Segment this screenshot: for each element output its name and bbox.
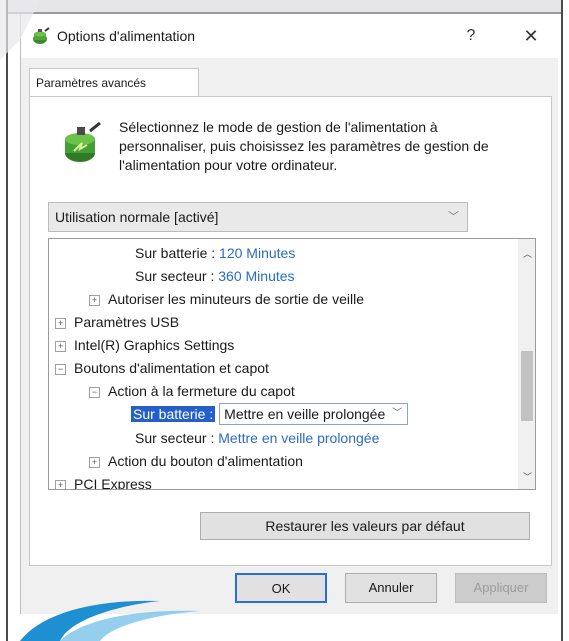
power-plan-large-icon: [65, 121, 101, 162]
watermark-swoosh: [20, 600, 200, 641]
tree-row-usb[interactable]: + Paramètres USB: [55, 311, 179, 333]
corner-watermark: [0, 0, 40, 60]
power-options-dialog: Options d'alimentation ? ✕ Paramètres av…: [20, 14, 558, 614]
row-label: Autoriser les minuteurs de sortie de vei…: [108, 291, 365, 307]
row-value[interactable]: Mettre en veille prolongée: [218, 430, 379, 446]
tree-row-intel-graphics[interactable]: + Intel(R) Graphics Settings: [55, 334, 234, 356]
tree-row-power-button-action[interactable]: + Action du bouton d'alimentation: [89, 450, 303, 472]
row-label: Sur secteur :: [135, 430, 215, 446]
row-label: Boutons d'alimentation et capot: [74, 360, 269, 376]
scroll-thumb[interactable]: [521, 351, 533, 421]
expand-icon[interactable]: +: [89, 294, 100, 306]
tree-row-lid-battery[interactable]: Sur batterie : Mettre en veille prolongée…: [131, 403, 409, 425]
tree-row-power-buttons[interactable]: − Boutons d'alimentation et capot: [55, 357, 269, 379]
power-plan-value: Utilisation normale [activé]: [55, 209, 219, 225]
expand-icon[interactable]: +: [55, 340, 66, 352]
description-text: Sélectionnez le mode de gestion de l'ali…: [119, 119, 489, 173]
row-label-selected: Sur batterie :: [131, 406, 216, 422]
row-label: Action à la fermeture du capot: [108, 383, 295, 399]
tree-row-wake-timers[interactable]: + Autoriser les minuteurs de sortie de ve…: [89, 288, 364, 310]
tree-row-pci-express[interactable]: + PCI Express: [55, 473, 152, 490]
collapse-icon[interactable]: −: [89, 386, 100, 398]
top-strip: [8, 0, 561, 14]
tree-row-ac-timeout[interactable]: Sur secteur : 360 Minutes: [135, 265, 295, 287]
lid-battery-dropdown[interactable]: Mettre en veille prolongée ﹀: [219, 403, 409, 425]
window-title: Options d'alimentation: [57, 28, 196, 44]
tree-scrollbar[interactable]: ︿ ﹀: [518, 239, 535, 489]
tree-row-battery-timeout[interactable]: Sur batterie : 120 Minutes: [135, 242, 295, 264]
tree-row-lid-close-action[interactable]: − Action à la fermeture du capot: [89, 380, 295, 402]
help-button[interactable]: ?: [453, 22, 489, 50]
row-label: Action du bouton d'alimentation: [108, 453, 303, 469]
row-value[interactable]: 120 Minutes: [219, 245, 295, 261]
frame-left-border: [6, 0, 8, 641]
restore-defaults-button[interactable]: Restaurer les valeurs par défaut: [200, 512, 530, 540]
title-bar: Options d'alimentation ? ✕: [21, 14, 558, 58]
tree-row-lid-ac[interactable]: Sur secteur : Mettre en veille prolongée: [135, 427, 379, 449]
close-button[interactable]: ✕: [511, 22, 551, 50]
settings-panel: Sélectionnez le mode de gestion de l'ali…: [29, 96, 552, 566]
settings-tree[interactable]: Sur batterie : 120 Minutes Sur secteur :…: [48, 238, 536, 490]
scroll-up-icon[interactable]: ︿: [523, 247, 532, 260]
expand-icon[interactable]: +: [55, 317, 66, 329]
chevron-down-icon: ﹀: [392, 408, 403, 419]
frame-right-border: [561, 0, 563, 641]
row-value[interactable]: 360 Minutes: [218, 268, 294, 284]
dropdown-value: Mettre en veille prolongée: [224, 406, 386, 422]
power-plan-dropdown[interactable]: Utilisation normale [activé] ﹀: [48, 202, 468, 232]
expand-icon[interactable]: +: [55, 479, 66, 489]
expand-icon[interactable]: +: [89, 456, 100, 468]
chevron-down-icon: ﹀: [448, 211, 459, 223]
row-label: Paramètres USB: [74, 314, 180, 330]
row-label: Sur secteur :: [135, 268, 215, 284]
row-label: Intel(R) Graphics Settings: [74, 337, 235, 353]
row-label: PCI Express: [74, 476, 152, 490]
scroll-down-icon[interactable]: ﹀: [523, 470, 532, 483]
row-label: Sur batterie :: [135, 245, 216, 261]
collapse-icon[interactable]: −: [55, 363, 66, 375]
